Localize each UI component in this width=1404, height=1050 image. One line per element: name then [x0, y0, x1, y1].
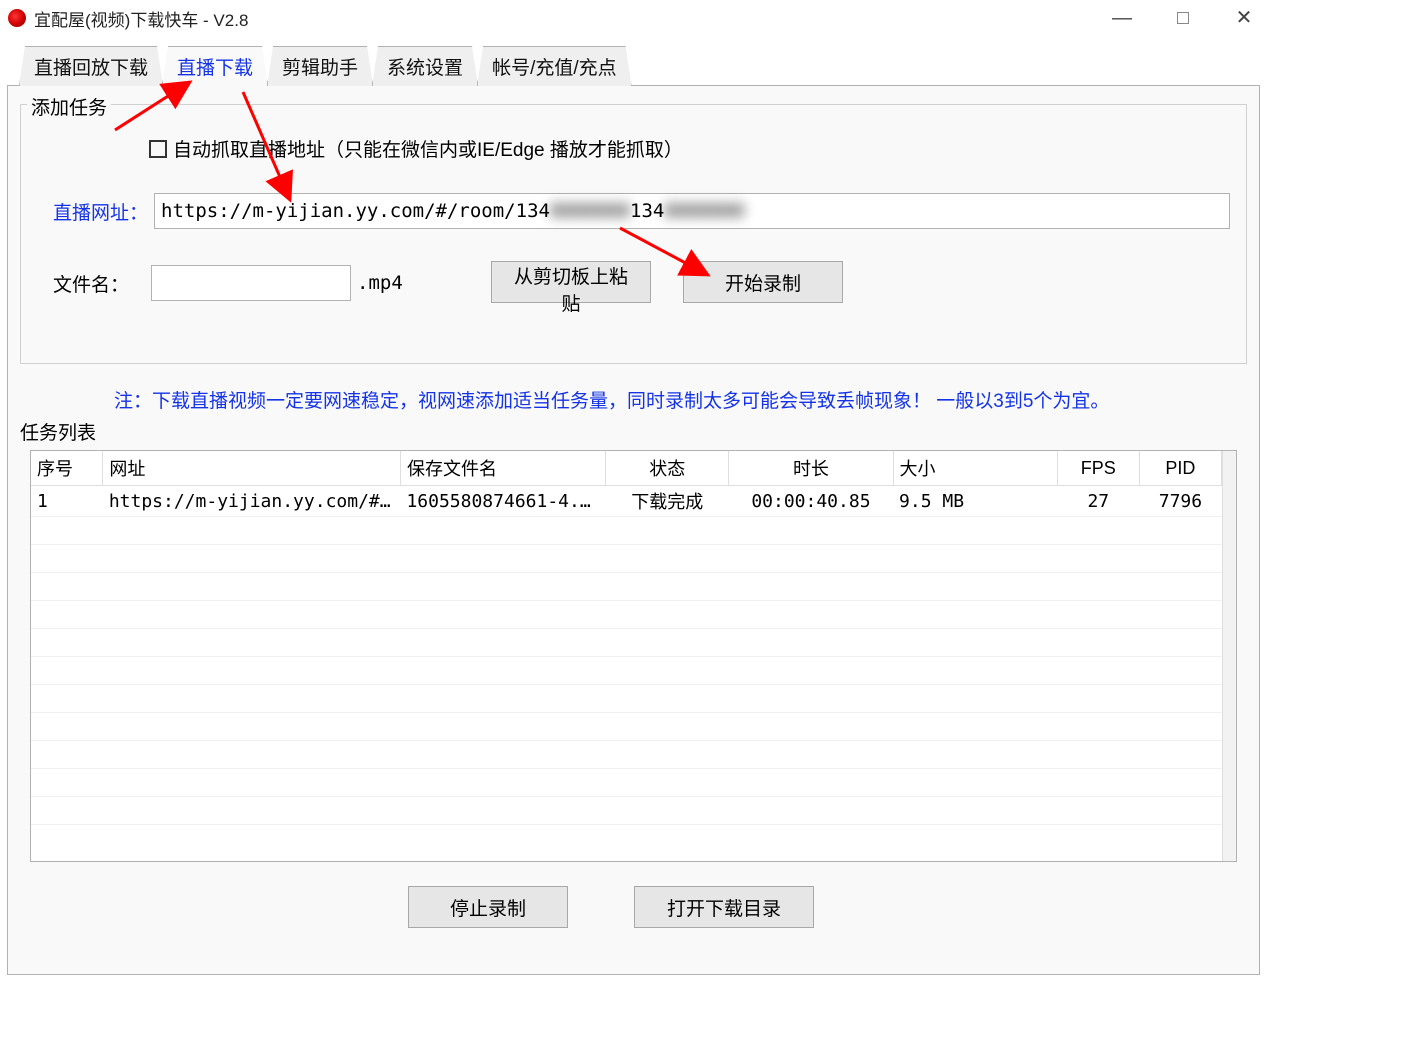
url-input[interactable]: https://m-yijian.yy.com/#/room/134000000…	[154, 193, 1230, 229]
col-pid-header[interactable]: PID	[1139, 451, 1221, 486]
cell-pid: 7796	[1139, 486, 1221, 517]
col-dur-header[interactable]: 时长	[729, 451, 893, 486]
col-file-header[interactable]: 保存文件名	[400, 451, 605, 486]
table-scrollbar[interactable]	[1222, 451, 1236, 861]
tab-strip: 直播回放下载 直播下载 剪辑助手 系统设置 帐号/充值/充点	[19, 50, 631, 86]
window-title: 宜配屋(视频)下载快车 - V2.8	[34, 6, 1107, 31]
stop-record-button[interactable]: 停止录制	[408, 886, 568, 928]
url-row: 直播网址： https://m-yijian.yy.com/#/room/134…	[53, 193, 1230, 229]
cell-file: 1605580874661-4...	[400, 486, 605, 517]
tab-label: 系统设置	[387, 58, 463, 79]
table-header-row: 序号 网址 保存文件名 状态 时长 大小 FPS PID	[31, 451, 1222, 486]
table-row[interactable]: 1 https://m-yijian.yy.com/#/... 16055808…	[31, 486, 1222, 517]
paste-button[interactable]: 从剪切板上粘贴	[491, 261, 651, 303]
task-table: 序号 网址 保存文件名 状态 时长 大小 FPS PID 1 https://m…	[30, 450, 1237, 862]
cell-status: 下载完成	[606, 486, 729, 517]
tab-editor[interactable]: 剪辑助手	[267, 46, 373, 86]
add-task-group: 添加任务 自动抓取直播地址（只能在微信内或IE/Edge 播放才能抓取） 直播网…	[20, 104, 1247, 364]
minimize-icon[interactable]	[1107, 8, 1137, 28]
url-label: 直播网址：	[53, 198, 148, 225]
url-value-prefix: https://m-yijian.yy.com/#/room/134	[161, 200, 550, 222]
auto-capture-checkbox[interactable]	[149, 140, 167, 158]
url-value-blurred: 0000000	[550, 200, 630, 222]
note-text: 注：下载直播视频一定要网速稳定，视网速添加适当任务量，同时录制太多可能会导致丢帧…	[114, 386, 1109, 413]
filename-ext: .mp4	[357, 272, 403, 294]
cell-idx: 1	[31, 486, 103, 517]
cell-dur: 00:00:40.85	[729, 486, 893, 517]
auto-capture-row: 自动抓取直播地址（只能在微信内或IE/Edge 播放才能抓取）	[149, 135, 683, 162]
col-url-header[interactable]: 网址	[103, 451, 401, 486]
auto-capture-label: 自动抓取直播地址（只能在微信内或IE/Edge 播放才能抓取）	[173, 135, 683, 162]
tab-account[interactable]: 帐号/充值/充点	[477, 46, 632, 86]
filename-row: 文件名： .mp4	[53, 265, 403, 301]
app-icon	[8, 9, 26, 27]
col-status-header[interactable]: 状态	[606, 451, 729, 486]
tab-settings[interactable]: 系统设置	[372, 46, 478, 86]
cell-fps: 27	[1057, 486, 1139, 517]
tab-label: 直播下载	[177, 58, 253, 79]
tab-label: 帐号/充值/充点	[492, 58, 617, 79]
maximize-icon[interactable]	[1177, 12, 1189, 24]
filename-label: 文件名：	[53, 270, 129, 297]
tab-panel: 添加任务 自动抓取直播地址（只能在微信内或IE/Edge 播放才能抓取） 直播网…	[7, 85, 1260, 975]
url-value-blurred-2: 0000000	[664, 200, 744, 222]
tab-live-download[interactable]: 直播下载	[162, 46, 268, 86]
cell-url: https://m-yijian.yy.com/#/...	[103, 486, 401, 517]
title-bar: 宜配屋(视频)下载快车 - V2.8	[0, 0, 1273, 36]
close-icon[interactable]	[1229, 8, 1259, 28]
client-area: 直播回放下载 直播下载 剪辑助手 系统设置 帐号/充值/充点 添加任务 自动抓取…	[7, 50, 1260, 975]
tab-replay-download[interactable]: 直播回放下载	[19, 46, 163, 86]
task-list-title: 任务列表	[20, 418, 96, 445]
filename-input[interactable]	[151, 265, 351, 301]
url-value-mid: 134	[630, 200, 664, 222]
tab-label: 剪辑助手	[282, 58, 358, 79]
tab-label: 直播回放下载	[34, 58, 148, 79]
col-idx-header[interactable]: 序号	[31, 451, 103, 486]
group-title: 添加任务	[27, 93, 111, 120]
col-fps-header[interactable]: FPS	[1057, 451, 1139, 486]
start-record-button[interactable]: 开始录制	[683, 261, 843, 303]
window-controls	[1107, 8, 1265, 28]
col-size-header[interactable]: 大小	[893, 451, 1057, 486]
cell-size: 9.5 MB	[893, 486, 1057, 517]
open-dir-button[interactable]: 打开下载目录	[634, 886, 814, 928]
